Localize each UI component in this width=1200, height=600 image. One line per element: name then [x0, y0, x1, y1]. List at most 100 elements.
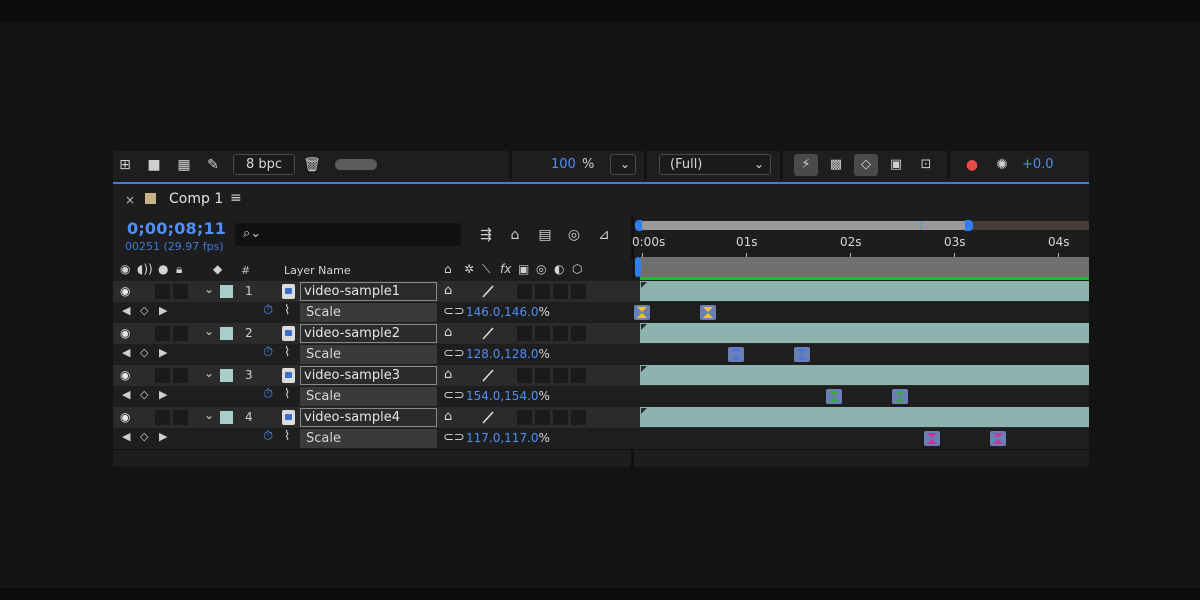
- switch-box[interactable]: [517, 284, 532, 299]
- next-keyframe-icon[interactable]: ▶: [159, 304, 167, 317]
- constrain-proportions-icon[interactable]: ⊂⊃: [443, 388, 465, 403]
- stopwatch-icon[interactable]: ⏱: [263, 387, 273, 402]
- quality-switch-icon[interactable]: ⟍: [482, 262, 490, 277]
- layer-name-field[interactable]: video-sample3: [300, 366, 437, 385]
- transparency-grid-button[interactable]: ▩: [824, 154, 848, 176]
- switch-box[interactable]: [571, 410, 586, 425]
- keyframe[interactable]: [794, 347, 810, 362]
- shy-switch-icon[interactable]: ⌂: [444, 283, 452, 298]
- layer-duration-bar[interactable]: [640, 323, 1089, 343]
- switch-box[interactable]: [553, 410, 568, 425]
- motion-blur-switch-icon[interactable]: ◎: [536, 262, 546, 276]
- layer-label-color[interactable]: [220, 327, 233, 340]
- lock-toggle[interactable]: [173, 326, 188, 341]
- close-tab-icon[interactable]: ×: [125, 193, 135, 207]
- motion-blur-icon[interactable]: ◎: [563, 225, 585, 245]
- solo-toggle[interactable]: [155, 410, 170, 425]
- layer-row[interactable]: ◉ ⌄ 2 video-sample2 ⌂: [113, 323, 1089, 344]
- property-row[interactable]: ◀ ◇ ▶ ⏱ ⌇ Scale ⊂⊃ 154.0,154.0%: [113, 386, 1089, 407]
- lock-toggle[interactable]: [173, 368, 188, 383]
- exposure-value[interactable]: +0.0: [1022, 157, 1054, 172]
- film-icon[interactable]: ▦: [174, 156, 194, 174]
- solo-toggle[interactable]: [155, 368, 170, 383]
- folder-icon[interactable]: ■: [144, 156, 164, 174]
- eye-icon[interactable]: ◉: [120, 284, 130, 298]
- solo-icon[interactable]: ●: [158, 262, 168, 276]
- time-ruler[interactable]: 0:00s 01s 02s 03s 04s: [632, 217, 1089, 259]
- shy-layers-icon[interactable]: ⌂: [504, 225, 526, 245]
- graph-icon[interactable]: ⌇: [284, 345, 290, 360]
- layer-name-field[interactable]: video-sample4: [300, 408, 437, 427]
- fast-previews-button[interactable]: ⚡: [794, 154, 818, 176]
- scale-value[interactable]: 128.0,128.0: [466, 347, 539, 361]
- graph-icon[interactable]: ⌇: [284, 303, 290, 318]
- work-area-end-handle[interactable]: [965, 220, 973, 231]
- layer-name-field[interactable]: video-sample1: [300, 282, 437, 301]
- collapse-switch-icon[interactable]: ✲: [464, 262, 474, 276]
- switch-box[interactable]: [553, 284, 568, 299]
- prev-keyframe-icon[interactable]: ◀: [122, 346, 130, 359]
- shy-switch-icon[interactable]: ⌂: [444, 325, 452, 340]
- label-tag-icon[interactable]: ◆: [213, 262, 222, 276]
- next-keyframe-icon[interactable]: ▶: [159, 430, 167, 443]
- constrain-proportions-icon[interactable]: ⊂⊃: [443, 430, 465, 445]
- shy-switch-icon[interactable]: ⌂: [444, 367, 452, 382]
- graph-editor-icon[interactable]: ⊿: [593, 225, 615, 245]
- property-value[interactable]: 146.0,146.0%: [466, 305, 550, 319]
- property-value[interactable]: 154.0,154.0%: [466, 389, 550, 403]
- adjustment-switch-icon[interactable]: ◐: [554, 262, 564, 276]
- keyframe[interactable]: [892, 389, 908, 404]
- eye-icon[interactable]: ◉: [120, 326, 130, 340]
- audio-icon[interactable]: ◖)): [137, 262, 153, 276]
- quality-switch[interactable]: [479, 325, 497, 342]
- flowchart-icon[interactable]: ⊞: [115, 156, 135, 174]
- quality-switch[interactable]: [479, 283, 497, 300]
- paint-icon[interactable]: ✎: [203, 156, 223, 174]
- switch-box[interactable]: [517, 368, 532, 383]
- solo-toggle[interactable]: [155, 326, 170, 341]
- effects-switch-icon[interactable]: fx: [500, 262, 511, 276]
- composition-name[interactable]: Comp 1: [169, 191, 223, 207]
- stopwatch-icon[interactable]: ⏱: [263, 429, 273, 444]
- thumbnail-slider[interactable]: [335, 159, 377, 170]
- trash-icon[interactable]: 🗑: [302, 156, 322, 174]
- color-channels-icon[interactable]: ●: [962, 156, 982, 174]
- current-time-display[interactable]: 0;00;08;11: [127, 219, 226, 238]
- column-number[interactable]: #: [241, 264, 250, 277]
- resolution-dropdown[interactable]: (Full) ⌄: [659, 154, 771, 175]
- layer-duration-bar[interactable]: [640, 365, 1089, 385]
- switch-box[interactable]: [571, 326, 586, 341]
- composition-flowchart-icon[interactable]: ⇶: [475, 225, 497, 245]
- switch-box[interactable]: [571, 284, 586, 299]
- layer-duration-bar[interactable]: [640, 407, 1089, 427]
- zoom-dropdown[interactable]: ⌄: [610, 154, 636, 175]
- layer-row[interactable]: ◉ ⌄ 1 video-sample1 ⌂: [113, 281, 1089, 302]
- add-keyframe-icon[interactable]: ◇: [140, 388, 148, 401]
- switch-box[interactable]: [535, 410, 550, 425]
- constrain-proportions-icon[interactable]: ⊂⊃: [443, 304, 465, 319]
- frame-blend-switch-icon[interactable]: ▣: [518, 262, 529, 276]
- layer-label-color[interactable]: [220, 411, 233, 424]
- eye-icon[interactable]: ◉: [120, 410, 130, 424]
- prev-keyframe-icon[interactable]: ◀: [122, 304, 130, 317]
- add-keyframe-icon[interactable]: ◇: [140, 430, 148, 443]
- graph-icon[interactable]: ⌇: [284, 429, 290, 444]
- keyframe[interactable]: [924, 431, 940, 446]
- lock-toggle[interactable]: [173, 284, 188, 299]
- add-keyframe-icon[interactable]: ◇: [140, 304, 148, 317]
- playhead[interactable]: [635, 257, 641, 277]
- layer-label-color[interactable]: [220, 285, 233, 298]
- lock-icon[interactable]: 🔒︎: [176, 262, 182, 277]
- eye-icon[interactable]: ◉: [120, 262, 130, 276]
- shy-switch-icon[interactable]: ⌂: [444, 262, 452, 276]
- quality-switch[interactable]: [479, 367, 497, 384]
- stopwatch-icon[interactable]: ⏱: [263, 345, 273, 360]
- switch-box[interactable]: [535, 368, 550, 383]
- property-value[interactable]: 117.0,117.0%: [466, 431, 550, 445]
- mask-visibility-button[interactable]: ◇: [854, 154, 878, 176]
- switch-box[interactable]: [517, 326, 532, 341]
- stopwatch-icon[interactable]: ⏱: [263, 303, 273, 318]
- lock-toggle[interactable]: [173, 410, 188, 425]
- scale-value[interactable]: 154.0,154.0: [466, 389, 539, 403]
- switch-box[interactable]: [517, 410, 532, 425]
